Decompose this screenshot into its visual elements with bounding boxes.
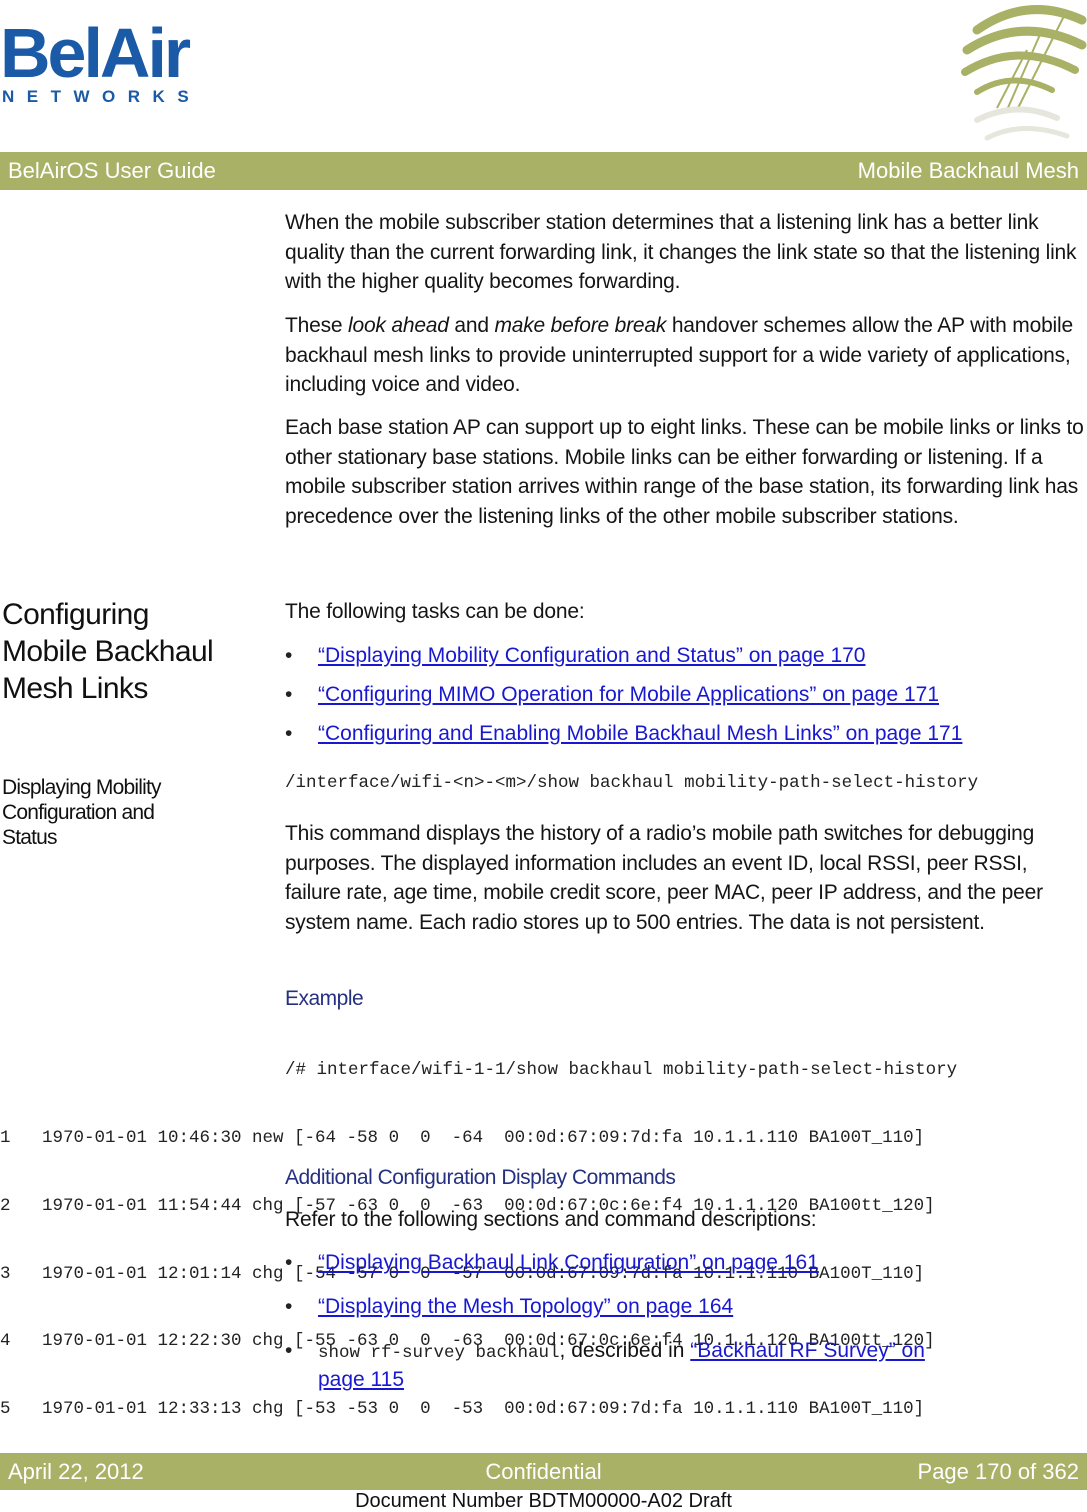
text: These [285, 314, 348, 337]
section-heading: Configuring Mobile Backhaul Mesh Links [2, 596, 214, 707]
heading-line: Configuring [2, 598, 149, 631]
intro-paragraph-3: Each base station AP can support up to e… [285, 413, 1085, 531]
bullet-icon: • [285, 722, 293, 745]
command-syntax: /interface/wifi-<n>-<m>/show backhaul mo… [285, 773, 979, 793]
logo-wordmark: BelAir [0, 14, 191, 92]
subsection-heading: Displaying Mobility Configuration and St… [2, 775, 162, 850]
reference-link-rf-survey[interactable]: “Backhaul RF Survey” on [690, 1339, 925, 1362]
heading-line: Displaying Mobility [2, 776, 162, 799]
paragraph-text: When the mobile subscriber station deter… [285, 211, 1077, 293]
chapter-title: Mobile Backhaul Mesh [857, 158, 1079, 183]
guide-title: BelAirOS User Guide [8, 158, 216, 183]
bullet-icon: • [285, 1339, 293, 1362]
paragraph-text: These look ahead and make before break h… [285, 311, 1085, 400]
emphasis-make-before-break: make before break [494, 314, 667, 337]
heading-line: Status [2, 826, 58, 849]
header-bar: BelAirOS User Guide Mobile Backhaul Mesh [0, 152, 1087, 190]
footer-bar: April 22, 2012 Confidential Page 170 of … [0, 1453, 1087, 1490]
bullet-icon: • [285, 644, 293, 667]
heading-line: Mobile Backhaul [2, 635, 214, 668]
belair-logo: BelAir NETWORKS [0, 18, 205, 108]
inline-command: show rf-survey backhaul [318, 1343, 560, 1363]
document-number: Document Number BDTM00000-A02 Draft [355, 1490, 732, 1512]
emphasis-look-ahead: look ahead [348, 314, 449, 337]
command-description: This command displays the history of a r… [285, 822, 1043, 934]
history-row: 1 1970-01-01 10:46:30 new [-64 -58 0 0 -… [0, 1127, 925, 1148]
additional-heading: Additional Configuration Display Command… [285, 1166, 676, 1189]
belair-swoosh-icon [961, 5, 1087, 141]
bullet-icon: • [285, 1251, 293, 1274]
page-number: Page 170 of 362 [917, 1459, 1079, 1484]
paragraph-text: Each base station AP can support up to e… [285, 416, 1084, 528]
task-link-displaying-mobility[interactable]: “Displaying Mobility Configuration and S… [318, 641, 866, 670]
heading-line: Configuration and [2, 801, 155, 824]
history-row: 5 1970-01-01 12:33:13 chg [-53 -53 0 0 -… [0, 1399, 925, 1420]
task-link-configuring-mimo[interactable]: “Configuring MIMO Operation for Mobile A… [318, 680, 939, 709]
task-link-configuring-enabling[interactable]: “Configuring and Enabling Mobile Backhau… [318, 719, 962, 748]
text: and [448, 314, 495, 337]
example-heading: Example [285, 987, 364, 1010]
intro-paragraph-1: When the mobile subscriber station deter… [285, 208, 1085, 297]
reference-item-content: show rf-survey backhaul, described in “B… [318, 1336, 925, 1368]
additional-intro: Refer to the following sections and comm… [285, 1208, 817, 1231]
bullet-icon: • [285, 683, 293, 706]
heading-line: Mesh Links [2, 672, 148, 705]
logo-subtitle: NETWORKS [2, 87, 202, 106]
text: , described in [559, 1339, 691, 1362]
reference-link-mesh-topology[interactable]: “Displaying the Mesh Topology” on page 1… [318, 1292, 733, 1321]
intro-paragraph-2: These look ahead and make before break h… [285, 311, 1085, 400]
bullet-icon: • [285, 1295, 293, 1318]
reference-link-rf-survey-page[interactable]: page 115 [318, 1365, 404, 1394]
example-command: /# interface/wifi-1-1/show backhaul mobi… [285, 1060, 958, 1081]
section-intro: The following tasks can be done: [285, 600, 585, 623]
reference-link-backhaul-link-config[interactable]: “Displaying Backhaul Link Configuration”… [318, 1248, 819, 1277]
